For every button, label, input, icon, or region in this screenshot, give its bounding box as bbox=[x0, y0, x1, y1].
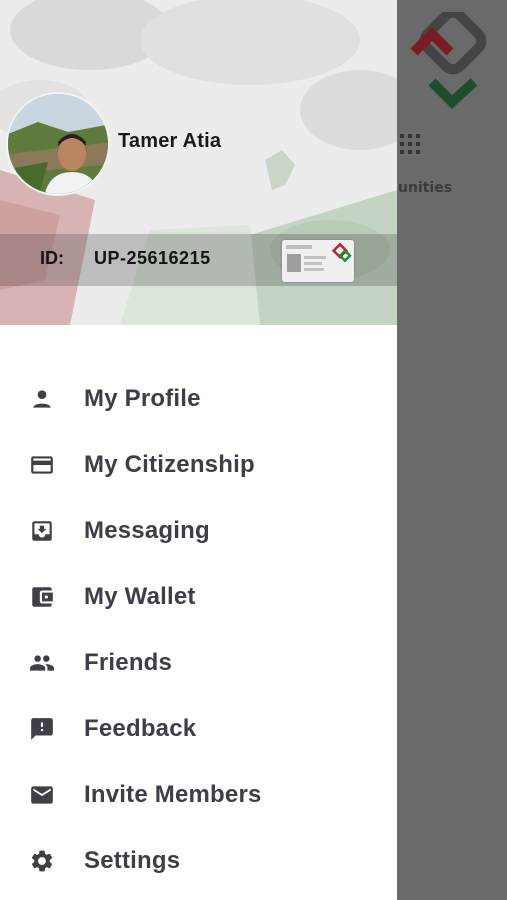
mail-icon bbox=[28, 781, 56, 809]
feedback-icon bbox=[28, 715, 56, 743]
card-icon bbox=[28, 451, 56, 479]
wallet-icon bbox=[28, 583, 56, 611]
citizenship-card-thumbnail[interactable] bbox=[282, 240, 354, 282]
menu-item-label: Messaging bbox=[84, 517, 210, 544]
menu-item-label: Settings bbox=[84, 847, 181, 874]
menu-item-label: Invite Members bbox=[84, 781, 262, 808]
id-card-image bbox=[282, 240, 354, 282]
user-name: Tamer Atia bbox=[118, 130, 222, 152]
drawer-header: Tamer Atia ID: UP-25616215 bbox=[0, 0, 397, 325]
menu-item-feedback[interactable]: Feedback bbox=[0, 696, 397, 762]
menu-item-my-citizenship[interactable]: My Citizenship bbox=[0, 432, 397, 498]
menu-item-label: My Citizenship bbox=[84, 451, 255, 478]
app-logo bbox=[410, 12, 487, 109]
tab-communities-label: unities bbox=[398, 180, 453, 196]
communities-grid-icon bbox=[400, 134, 420, 154]
menu-item-friends[interactable]: Friends bbox=[0, 630, 397, 696]
drawer-menu: My Profile My Citizenship Messaging My W… bbox=[0, 366, 397, 894]
navigation-drawer: Tamer Atia ID: UP-25616215 My Profile My… bbox=[0, 0, 397, 900]
inbox-icon bbox=[28, 517, 56, 545]
people-icon bbox=[28, 649, 56, 677]
id-strip: ID: UP-25616215 bbox=[0, 234, 397, 286]
menu-item-label: My Wallet bbox=[84, 583, 196, 610]
id-value: UP-25616215 bbox=[94, 248, 211, 268]
menu-item-label: My Profile bbox=[84, 385, 201, 412]
id-label: ID: bbox=[40, 248, 64, 268]
menu-item-label: Feedback bbox=[84, 715, 197, 742]
menu-item-settings[interactable]: Settings bbox=[0, 828, 397, 894]
person-icon bbox=[28, 385, 56, 413]
avatar-photo bbox=[8, 94, 108, 194]
menu-item-label: Friends bbox=[84, 649, 173, 676]
menu-item-my-wallet[interactable]: My Wallet bbox=[0, 564, 397, 630]
menu-item-invite-members[interactable]: Invite Members bbox=[0, 762, 397, 828]
avatar[interactable] bbox=[6, 92, 110, 196]
menu-item-messaging[interactable]: Messaging bbox=[0, 498, 397, 564]
gear-icon bbox=[28, 847, 56, 875]
menu-item-my-profile[interactable]: My Profile bbox=[0, 366, 397, 432]
